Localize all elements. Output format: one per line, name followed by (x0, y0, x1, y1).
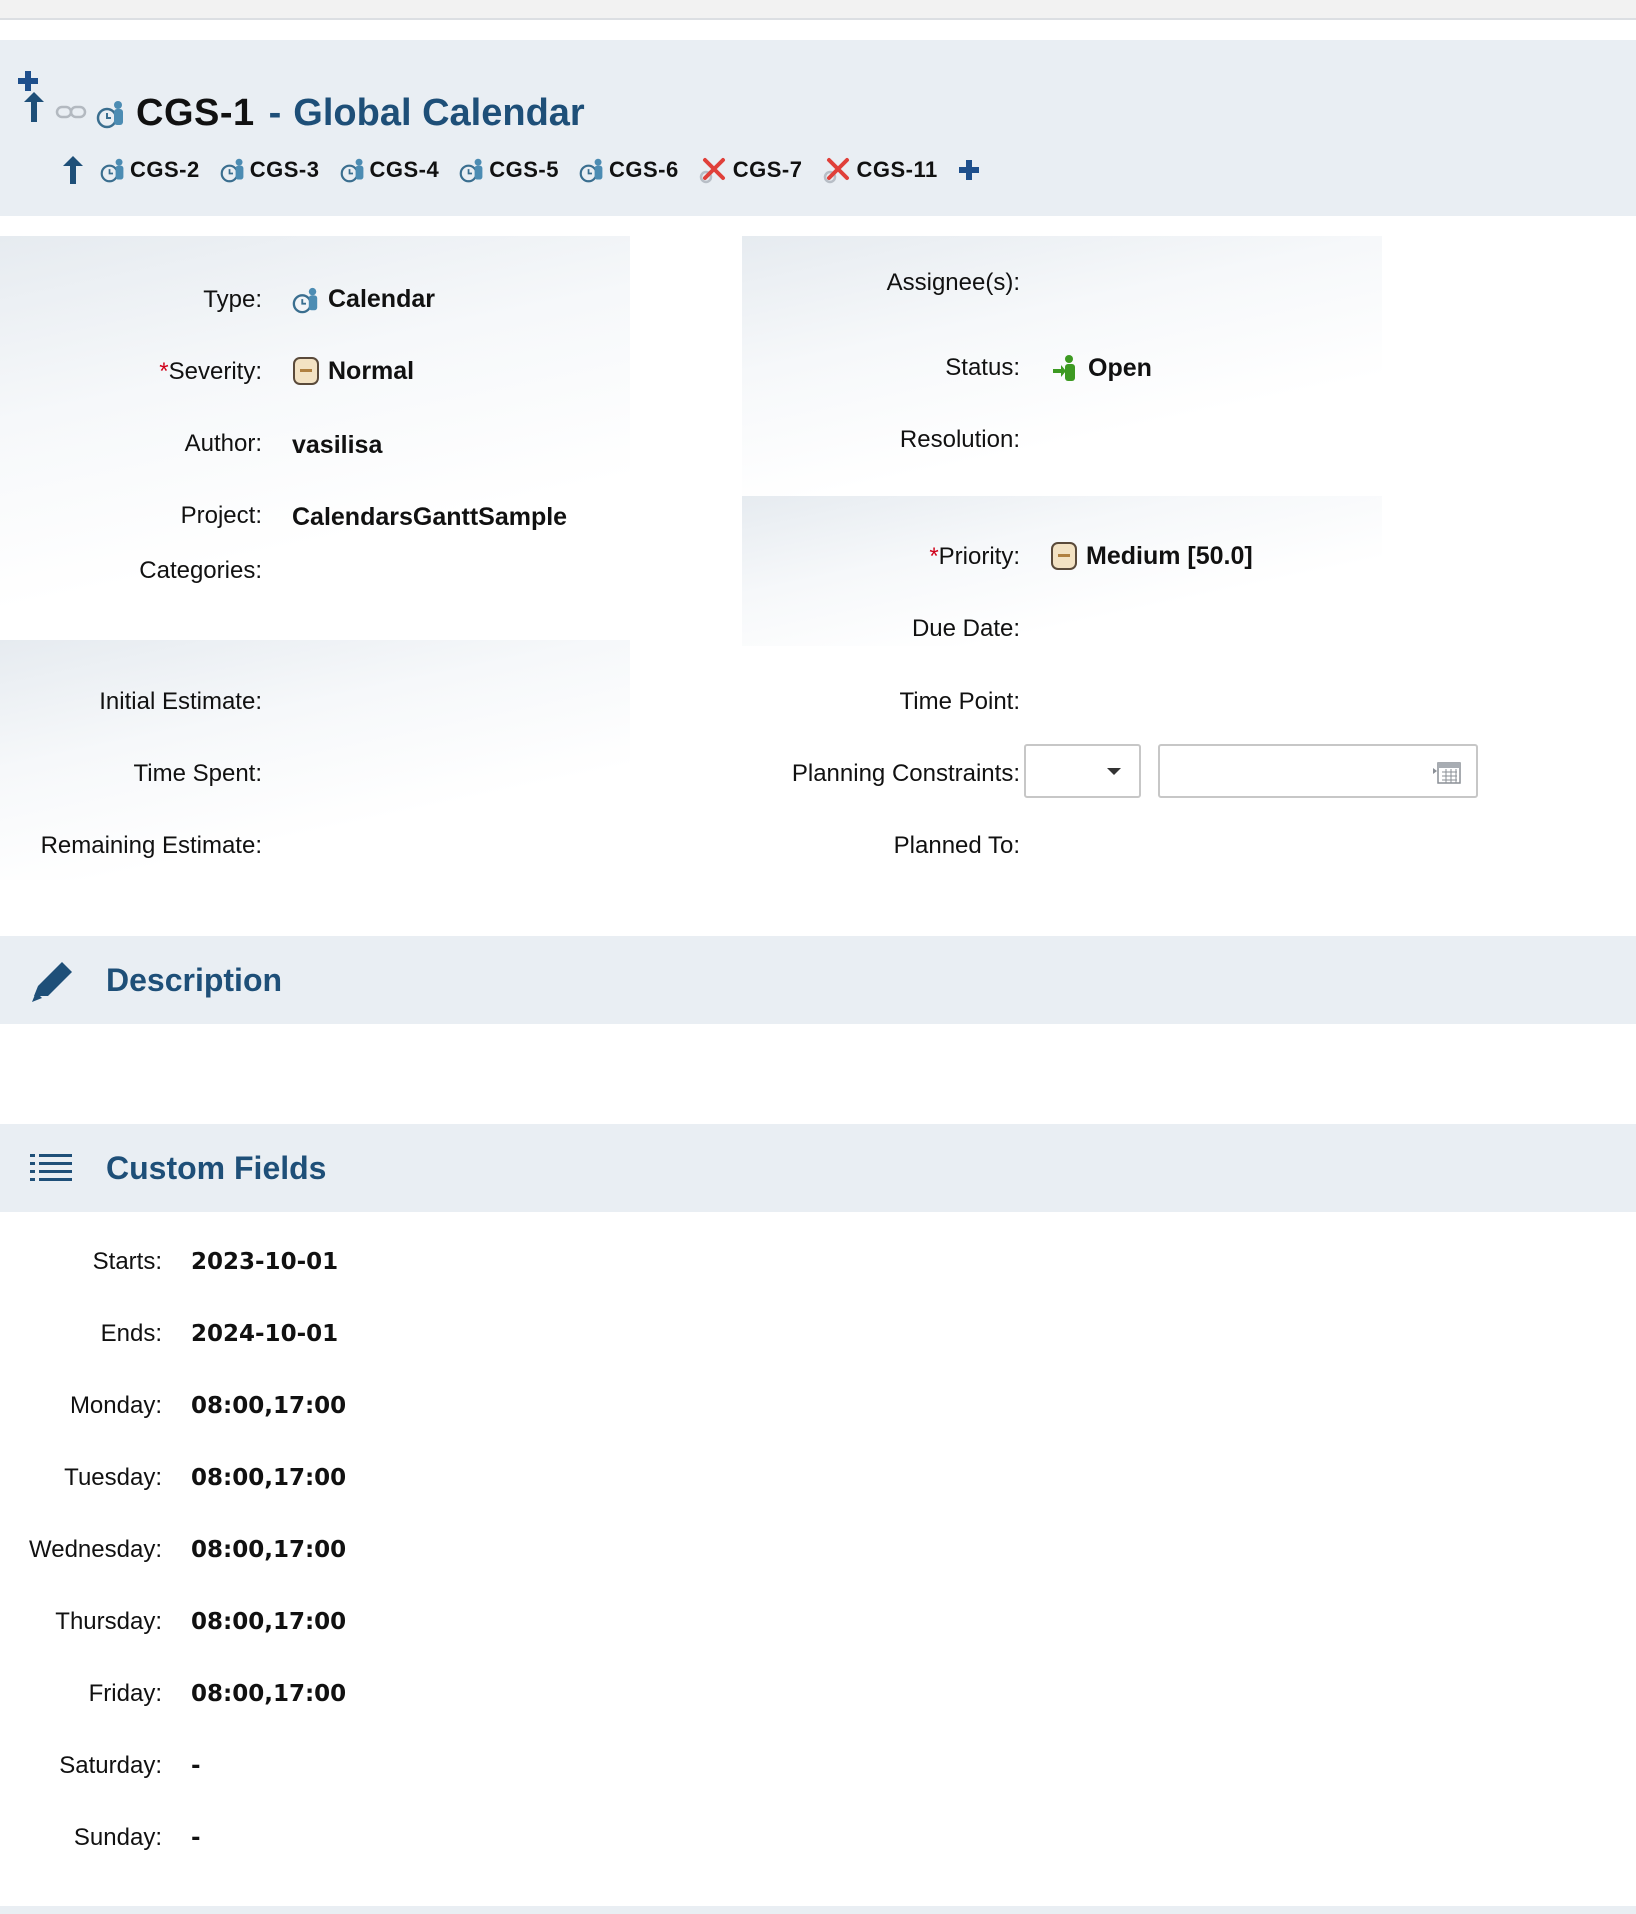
child-key[interactable]: CGS-4 (370, 157, 440, 183)
planning-constraints-label: Planning Constraints: (791, 760, 1020, 787)
required-marker: * (159, 358, 169, 385)
pencil-icon (32, 962, 72, 1002)
priority-label: *Priority: (929, 543, 1020, 571)
assignees-label: Assignee(s): (886, 269, 1020, 296)
priority-label-text: Priority: (938, 543, 1020, 570)
child-key[interactable]: CGS-2 (130, 157, 200, 183)
type-value-text: Calendar (328, 285, 435, 313)
add-parent-icon[interactable] (17, 70, 39, 92)
custom-fields-section-header[interactable]: Custom Fields (0, 1124, 1636, 1212)
normal-severity-icon (293, 357, 319, 385)
children-links: CGS-2 CGS-3 CGS-4 CGS-5 CGS-6 CGS-7 CGS-… (62, 150, 980, 190)
friday-label: Friday: (88, 1680, 162, 1707)
child-key[interactable]: CGS-5 (489, 157, 559, 183)
add-child-icon[interactable] (958, 159, 980, 181)
project-value[interactable]: CalendarsGanttSample (292, 503, 567, 532)
child-link[interactable]: CGS-2 (100, 157, 200, 183)
author-value[interactable]: vasilisa (292, 431, 382, 460)
monday-value[interactable]: 08:00,17:00 (191, 1393, 346, 1419)
calendar-picker-icon[interactable] (1432, 760, 1462, 786)
author-label: Author: (184, 430, 262, 457)
child-link[interactable]: CGS-5 (459, 157, 559, 183)
thursday-label: Thursday: (55, 1608, 162, 1635)
child-link[interactable]: CGS-3 (220, 157, 320, 183)
child-link[interactable]: CGS-4 (340, 157, 440, 183)
list-icon (30, 1154, 72, 1181)
link-icon[interactable] (55, 104, 87, 120)
calendar-type-icon (100, 158, 124, 183)
initial-estimate-label: Initial Estimate: (99, 688, 262, 715)
severity-value-text: Normal (328, 356, 415, 385)
right-bottom-panel (742, 496, 1382, 646)
child-link[interactable]: CGS-11 (823, 156, 938, 184)
open-status-icon (1053, 355, 1075, 381)
due-date-label: Due Date: (911, 615, 1020, 642)
bottom-strip (0, 1906, 1636, 1914)
time-point-label: Time Point: (899, 688, 1020, 715)
monday-label: Monday: (69, 1392, 162, 1419)
resolution-label: Resolution: (899, 426, 1020, 453)
top-strip (0, 0, 1636, 20)
sunday-value[interactable]: - (191, 1825, 201, 1851)
work-item-header: CGS-1 - Global Calendar CGS-2 CGS-3 CGS-… (0, 40, 1636, 216)
calendar-type-icon (96, 100, 123, 128)
starts-value[interactable]: 2023-10-01 (191, 1249, 338, 1275)
status-value[interactable]: Open (1052, 353, 1152, 383)
thursday-value[interactable]: 08:00,17:00 (191, 1609, 346, 1635)
description-title: Description (106, 962, 283, 998)
calendar-type-icon (579, 158, 603, 183)
ends-value[interactable]: 2024-10-01 (191, 1321, 338, 1347)
starts-label: Starts: (92, 1248, 162, 1275)
required-marker: * (929, 543, 939, 570)
chevron-down-icon (1107, 768, 1121, 775)
child-key[interactable]: CGS-11 (857, 157, 938, 183)
child-key[interactable]: CGS-3 (250, 157, 320, 183)
page-title[interactable]: Global Calendar (293, 92, 584, 135)
title-row: CGS-1 - Global Calendar (96, 92, 585, 135)
severity-value[interactable]: Normal (292, 356, 414, 386)
calendar-type-icon (292, 287, 318, 313)
item-key[interactable]: CGS-1 (136, 92, 255, 135)
status-value-text: Open (1088, 353, 1152, 382)
planning-constraint-date-input[interactable] (1158, 744, 1478, 798)
tuesday-value[interactable]: 08:00,17:00 (191, 1465, 346, 1491)
priority-value[interactable]: Medium [50.0] (1050, 541, 1253, 571)
priority-value-text: Medium [50.0] (1086, 541, 1253, 570)
child-key[interactable]: CGS-6 (609, 157, 679, 183)
status-label: Status: (945, 354, 1020, 381)
custom-fields-title: Custom Fields (106, 1150, 327, 1186)
sunday-label: Sunday: (73, 1824, 162, 1851)
severity-label: *Severity: (159, 358, 262, 386)
child-link[interactable]: CGS-7 (699, 156, 803, 184)
tuesday-label: Tuesday: (64, 1464, 162, 1491)
wrench-x-icon (699, 158, 725, 184)
wrench-x-icon (823, 158, 849, 184)
project-label: Project: (180, 502, 262, 529)
planned-to-label: Planned To: (893, 832, 1020, 859)
type-label: Type: (203, 286, 262, 313)
up-arrow-icon[interactable] (62, 155, 84, 185)
ends-label: Ends: (100, 1320, 162, 1347)
calendar-type-icon (340, 158, 363, 183)
severity-label-text: Severity: (168, 358, 262, 385)
calendar-type-icon (459, 158, 483, 183)
type-value[interactable]: Calendar (292, 285, 435, 314)
title-separator: - (268, 92, 282, 134)
wednesday-value[interactable]: 08:00,17:00 (191, 1537, 346, 1563)
child-link[interactable]: CGS-6 (579, 157, 679, 183)
categories-label: Categories: (139, 557, 262, 584)
friday-value[interactable]: 08:00,17:00 (191, 1681, 346, 1707)
medium-priority-icon (1051, 542, 1077, 570)
time-spent-label: Time Spent: (133, 760, 263, 787)
description-section-header[interactable]: Description (0, 936, 1636, 1024)
planning-constraint-select[interactable] (1024, 744, 1141, 798)
parent-up-arrow-icon[interactable] (22, 90, 46, 124)
saturday-value[interactable]: - (191, 1753, 201, 1779)
calendar-type-icon (220, 158, 244, 183)
remaining-estimate-label: Remaining Estimate: (40, 832, 262, 859)
wednesday-label: Wednesday: (29, 1536, 162, 1563)
saturday-label: Saturday: (59, 1752, 162, 1779)
child-key[interactable]: CGS-7 (733, 157, 803, 183)
